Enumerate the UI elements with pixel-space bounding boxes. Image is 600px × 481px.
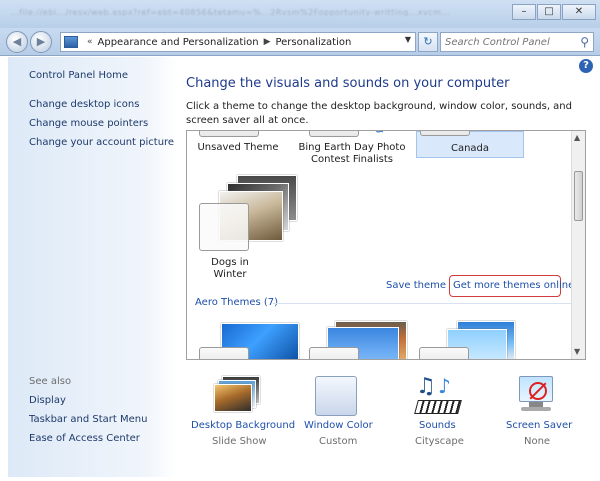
save-theme-link[interactable]: Save theme bbox=[386, 280, 446, 291]
aero-theme-architecture[interactable] bbox=[307, 321, 407, 359]
sidebar-taskbar-start-menu[interactable]: Taskbar and Start Menu bbox=[29, 414, 147, 425]
help-icon: ? bbox=[583, 60, 589, 71]
close-icon: ✕ bbox=[574, 6, 584, 17]
scroll-thumb[interactable] bbox=[574, 171, 583, 221]
group-divider bbox=[273, 303, 573, 304]
search-icon[interactable]: ⚲ bbox=[580, 35, 589, 49]
sounds-music-icon: ♫ ♪ bbox=[412, 374, 462, 416]
aero-theme-landscapes[interactable] bbox=[417, 321, 517, 359]
option-screen-saver[interactable]: Screen Saver None bbox=[503, 372, 573, 452]
option-title: Window Color bbox=[304, 420, 373, 431]
theme-label: Bing Earth Day Photo Contest Finalists bbox=[298, 142, 406, 165]
option-subtitle: Cityscape bbox=[415, 436, 464, 447]
theme-dogs-in-winter[interactable]: Dogs in Winter bbox=[197, 175, 297, 280]
scroll-up-icon[interactable]: ▲ bbox=[574, 133, 580, 142]
see-also-label: See also bbox=[29, 376, 72, 387]
sidebar-change-mouse-pointers[interactable]: Change mouse pointers bbox=[29, 118, 148, 129]
refresh-button[interactable]: ↻ bbox=[418, 32, 438, 52]
address-overflow-marker: « bbox=[87, 37, 93, 47]
theme-thumbnail bbox=[199, 131, 259, 137]
theme-thumbnail bbox=[309, 347, 359, 359]
control-panel-icon bbox=[64, 36, 78, 48]
option-desktop-background[interactable]: Desktop Background Slide Show bbox=[186, 372, 295, 452]
close-button[interactable]: ✕ bbox=[562, 4, 596, 20]
bing-logo-icon: ∽ bbox=[375, 130, 385, 138]
search-input[interactable] bbox=[445, 36, 575, 48]
screen-saver-icon bbox=[515, 376, 559, 414]
refresh-icon: ↻ bbox=[423, 35, 433, 48]
forward-arrow-icon: ▶ bbox=[36, 35, 46, 48]
sidebar-control-panel-home[interactable]: Control Panel Home bbox=[29, 70, 128, 81]
option-title: Desktop Background bbox=[191, 420, 296, 431]
forward-button[interactable]: ▶ bbox=[30, 31, 52, 53]
address-dropdown-icon[interactable]: ▼ bbox=[405, 35, 411, 44]
sidebar-change-desktop-icons[interactable]: Change desktop icons bbox=[29, 99, 139, 110]
blurred-path: ...file://ebi.../resv/web.aspx?ref=ebt=4… bbox=[10, 8, 451, 16]
theme-list[interactable]: Unsaved Theme ∽ Bing Earth Day Photo Con… bbox=[186, 130, 586, 360]
option-subtitle: Custom bbox=[319, 436, 358, 447]
search-box[interactable]: ⚲ bbox=[440, 32, 594, 52]
minimize-icon: – bbox=[521, 6, 527, 17]
theme-thumbnail bbox=[309, 131, 359, 137]
theme-label: Dogs in Winter bbox=[211, 257, 249, 280]
sidebar-change-account-picture[interactable]: Change your account picture bbox=[29, 137, 174, 148]
option-sounds[interactable]: ♫ ♪ Sounds Cityscape bbox=[402, 372, 472, 452]
option-title: Screen Saver bbox=[506, 420, 573, 431]
sidebar: Control Panel Home Change desktop icons … bbox=[8, 57, 178, 477]
page-description: Click a theme to change the desktop back… bbox=[186, 101, 572, 126]
desktop-background-icon bbox=[214, 376, 260, 412]
aero-theme-windows[interactable] bbox=[197, 323, 299, 359]
get-more-themes-link[interactable]: Get more themes online bbox=[453, 280, 574, 291]
option-window-color[interactable]: Window Color Custom bbox=[302, 372, 373, 452]
breadcrumb-separator-icon: ▶ bbox=[263, 37, 271, 47]
option-subtitle: Slide Show bbox=[212, 436, 267, 447]
window-color-icon bbox=[315, 376, 357, 416]
sidebar-display[interactable]: Display bbox=[29, 395, 66, 406]
theme-list-scrollbar[interactable]: ▲ ▼ bbox=[571, 131, 585, 359]
address-bar[interactable]: « Appearance and Personalization ▶ Perso… bbox=[60, 32, 416, 52]
theme-label: Canada bbox=[450, 143, 490, 154]
sidebar-ease-of-access[interactable]: Ease of Access Center bbox=[29, 433, 140, 444]
window-titlebar: ...file://ebi.../resv/web.aspx?ref=ebt=4… bbox=[0, 0, 600, 28]
back-button[interactable]: ◀ bbox=[6, 31, 28, 53]
maximize-icon: □ bbox=[544, 6, 554, 17]
aero-themes-title: Aero Themes (7) bbox=[195, 297, 279, 308]
theme-thumbnail bbox=[199, 203, 249, 251]
scroll-down-icon[interactable]: ▼ bbox=[574, 347, 580, 356]
help-button[interactable]: ? bbox=[579, 59, 593, 73]
navigation-bar: ◀ ▶ « Appearance and Personalization ▶ P… bbox=[0, 28, 600, 56]
breadcrumb-appearance[interactable]: Appearance and Personalization bbox=[98, 37, 259, 48]
theme-thumbnail bbox=[419, 347, 469, 359]
back-arrow-icon: ◀ bbox=[12, 35, 22, 48]
theme-canada-selected[interactable]: Canada bbox=[416, 131, 524, 158]
option-subtitle: None bbox=[524, 436, 551, 447]
theme-thumbnail bbox=[420, 131, 470, 136]
minimize-button[interactable]: – bbox=[512, 4, 536, 20]
page-title: Change the visuals and sounds on your co… bbox=[186, 76, 510, 91]
theme-label: Unsaved Theme bbox=[197, 142, 279, 153]
theme-unsaved[interactable]: Unsaved Theme bbox=[197, 131, 279, 161]
breadcrumb-personalization[interactable]: Personalization bbox=[275, 37, 351, 48]
option-title: Sounds bbox=[419, 420, 456, 431]
maximize-button[interactable]: □ bbox=[537, 4, 561, 20]
theme-bing-earth-day[interactable]: ∽ Bing Earth Day Photo Contest Finalists bbox=[297, 131, 407, 171]
theme-thumbnail bbox=[199, 347, 249, 359]
